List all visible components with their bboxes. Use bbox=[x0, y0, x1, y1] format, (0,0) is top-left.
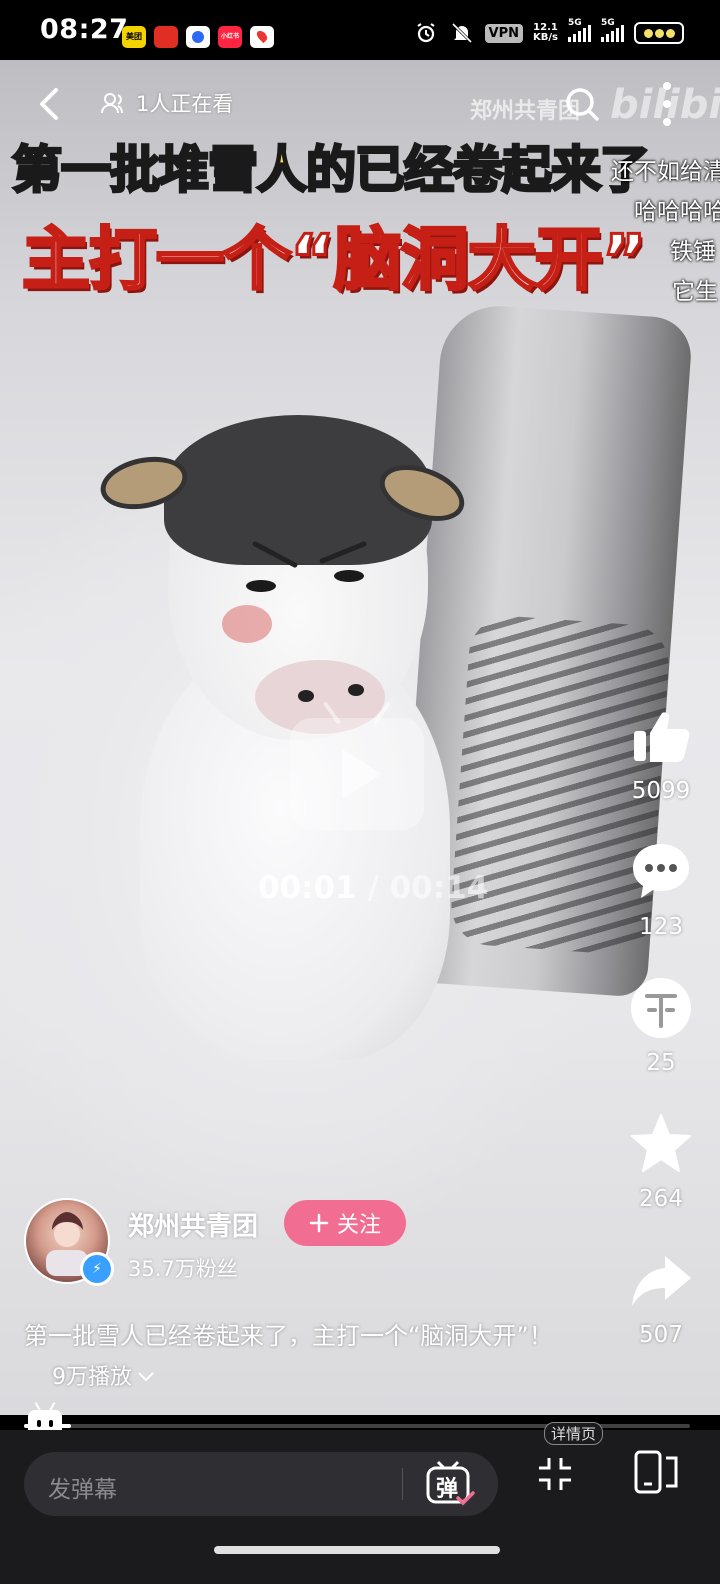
time-separator: / bbox=[367, 870, 379, 906]
share-arrow-icon bbox=[629, 1248, 693, 1312]
tv-eye bbox=[49, 1420, 53, 1427]
status-bar: 08:27 美团 小红书 VPN 12.1 KB/s 5G 5G bbox=[0, 0, 720, 60]
snowman-cheek-left bbox=[222, 605, 272, 643]
play-count: 9万播放 bbox=[52, 1365, 132, 1390]
meituan-icon: 美团 bbox=[122, 26, 146, 48]
like-count: 5099 bbox=[631, 778, 691, 804]
snowman-eye-left bbox=[246, 580, 276, 592]
play-button[interactable] bbox=[290, 718, 424, 830]
detail-page-label: 详情页 bbox=[544, 1422, 604, 1445]
map-icon bbox=[250, 26, 274, 48]
snowman-nostril-left bbox=[298, 690, 314, 702]
signal-label-1: 5G bbox=[568, 18, 582, 28]
danmaku-comment: 铁锤 bbox=[670, 239, 716, 265]
author-info: ⚡ 郑州共青团 35.7万粉丝 关注 bbox=[24, 1198, 624, 1288]
net-speed-unit: KB/s bbox=[533, 32, 558, 43]
like-button[interactable]: 5099 bbox=[616, 704, 706, 804]
follower-count: 35.7万粉丝 bbox=[128, 1257, 238, 1281]
signal-icon: 5G bbox=[568, 18, 591, 42]
more-options-button[interactable] bbox=[660, 82, 674, 126]
danmaku-comment: 它生 bbox=[672, 279, 718, 305]
comment-button[interactable]: 123 bbox=[616, 840, 706, 940]
comment-bubble-icon bbox=[629, 840, 693, 904]
follow-button[interactable]: 关注 bbox=[284, 1200, 406, 1246]
viewers-icon bbox=[101, 93, 123, 114]
comment-count: 123 bbox=[639, 914, 683, 940]
back-button[interactable] bbox=[30, 84, 70, 124]
snowman-eye-right bbox=[334, 570, 364, 582]
share-count: 507 bbox=[639, 1322, 683, 1348]
vpn-badge: VPN bbox=[484, 23, 524, 43]
mute-bell-icon bbox=[449, 22, 475, 44]
notification-icons: 美团 小红书 bbox=[122, 26, 274, 48]
time-current: 00:01 bbox=[258, 870, 357, 906]
more-dot-icon bbox=[663, 118, 671, 126]
favorite-button[interactable]: 264 bbox=[616, 1112, 706, 1212]
divider bbox=[402, 1468, 403, 1500]
xiaohongshu-icon: 小红书 bbox=[218, 26, 242, 48]
danmaku-toggle-label: 弹 bbox=[436, 1477, 459, 1502]
thumbs-up-icon bbox=[629, 704, 693, 768]
browser-icon bbox=[186, 26, 210, 48]
play-icon bbox=[342, 749, 382, 799]
snowman-nostril-right bbox=[348, 684, 364, 696]
more-dot-icon bbox=[663, 100, 671, 108]
status-time: 08:27 bbox=[40, 14, 129, 45]
coin-button[interactable]: 25 bbox=[616, 976, 706, 1076]
bottom-bar: 发弹幕 弹 详情页 bbox=[0, 1422, 720, 1584]
search-button[interactable] bbox=[562, 84, 602, 124]
author-name[interactable]: 郑州共青团 bbox=[128, 1206, 258, 1243]
plus-icon bbox=[309, 1213, 329, 1233]
danmaku-comment: 哈哈哈哈 bbox=[634, 199, 720, 225]
net-speed: 12.1 KB/s bbox=[533, 23, 558, 43]
more-dot-icon bbox=[663, 82, 671, 90]
danmaku-input[interactable]: 发弹幕 弹 bbox=[24, 1452, 498, 1516]
video-headline-line2: 主打一个“脑洞大开” bbox=[20, 220, 647, 302]
back-arrow-icon bbox=[40, 88, 58, 120]
chevron-down-icon bbox=[138, 1372, 154, 1382]
signal-icon-2: 5G bbox=[601, 18, 624, 42]
viewers-indicator: 1人正在看 bbox=[100, 88, 233, 118]
star-icon bbox=[629, 1112, 693, 1176]
video-headline-line1: 第一批堆雪人的已经卷起来了 bbox=[11, 140, 652, 201]
coin-count: 25 bbox=[646, 1050, 676, 1076]
description-text: 第一批雪人已经卷起来了，主打一个“脑洞大开”！ bbox=[24, 1322, 553, 1350]
danmaku-toggle-button[interactable]: 弹 bbox=[424, 1458, 476, 1510]
video-description[interactable]: 第一批雪人已经卷起来了，主打一个“脑洞大开”！ 9万播放 bbox=[24, 1316, 584, 1398]
share-button[interactable]: 507 bbox=[616, 1248, 706, 1348]
verified-badge-icon: ⚡ bbox=[80, 1252, 114, 1286]
detail-page-icon bbox=[634, 1450, 678, 1494]
signal-label-2: 5G bbox=[601, 18, 615, 28]
danmaku-placeholder: 发弹幕 bbox=[48, 1477, 117, 1503]
coin-icon bbox=[629, 976, 693, 1040]
favorite-count: 264 bbox=[639, 1186, 683, 1212]
exit-fullscreen-button[interactable] bbox=[537, 1456, 573, 1492]
pinduoduo-icon bbox=[154, 26, 178, 48]
detail-page-button[interactable] bbox=[632, 1446, 684, 1498]
battery-icon bbox=[634, 22, 684, 44]
viewers-text: 1人正在看 bbox=[136, 92, 234, 116]
follow-label: 关注 bbox=[336, 1213, 381, 1238]
status-right: VPN 12.1 KB/s 5G 5G bbox=[413, 18, 684, 44]
exit-fullscreen-icon bbox=[539, 1458, 571, 1490]
tv-eye bbox=[37, 1420, 41, 1427]
time-total: 00:14 bbox=[389, 870, 489, 906]
search-icon bbox=[566, 88, 599, 121]
home-indicator[interactable] bbox=[214, 1546, 500, 1554]
danmaku-comment: 还不如给清 bbox=[611, 159, 720, 185]
alarm-icon bbox=[413, 22, 439, 44]
video-timecode: 00:01 / 00:14 bbox=[258, 870, 488, 906]
